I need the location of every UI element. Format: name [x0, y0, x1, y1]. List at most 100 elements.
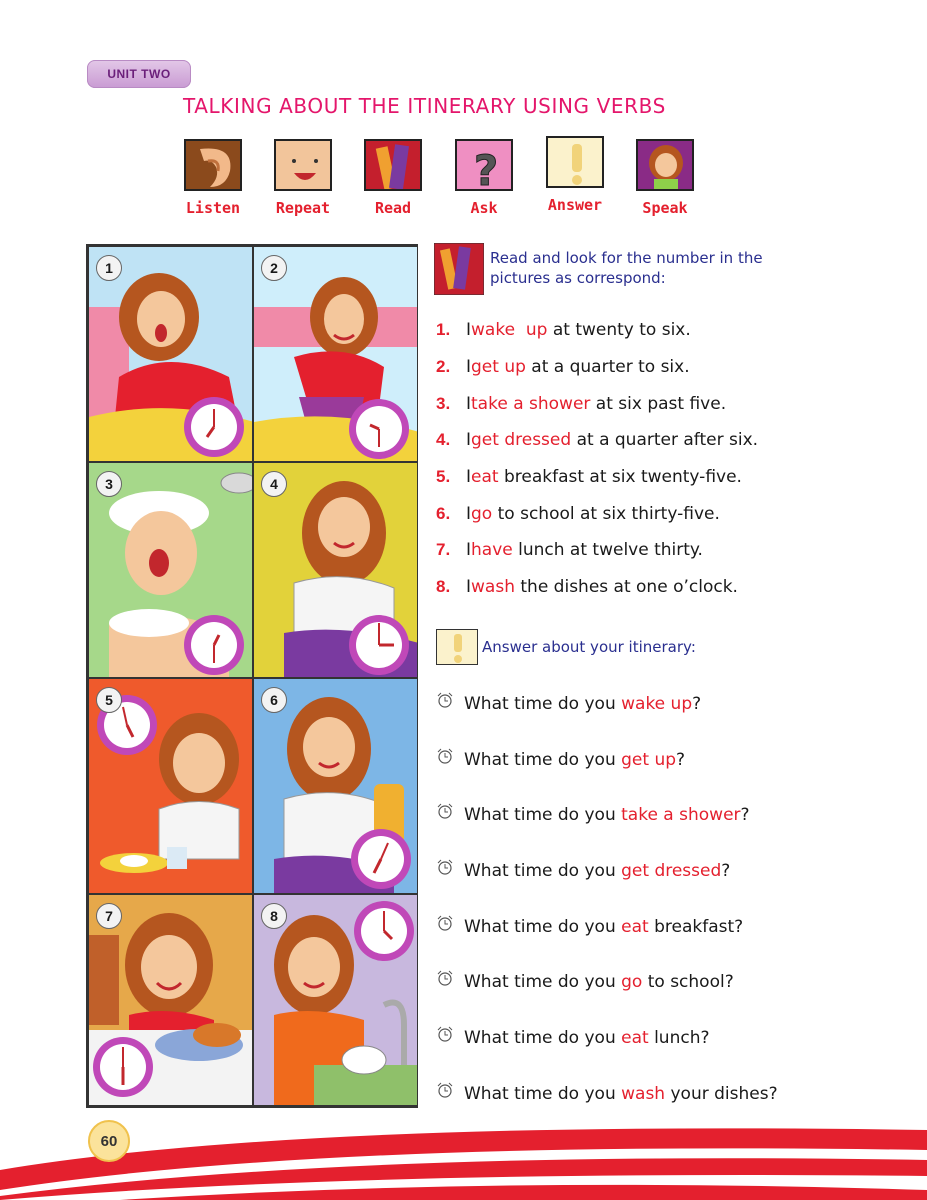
question-icon: ? — [455, 139, 513, 191]
question-verb: go — [621, 972, 643, 993]
question-verb: get up — [621, 749, 677, 770]
question-verb: get dressed — [621, 860, 722, 881]
panel-number: 6 — [261, 687, 287, 713]
panel-number: 5 — [96, 687, 122, 713]
sentence-post: to school at six thirty-five. — [492, 503, 720, 524]
sentence-verb: get dressed — [471, 430, 572, 451]
face-icon — [274, 139, 332, 191]
sentence-post: at six past five. — [590, 393, 727, 414]
sentence-post: at a quarter to six. — [525, 357, 690, 378]
question-post: your dishes? — [665, 1083, 778, 1104]
skill-repeat: Repeat — [274, 139, 332, 217]
sentence-number: 6. — [436, 503, 451, 523]
question-item: What time do you get dressed? — [436, 843, 778, 899]
alarm-clock-icon — [437, 748, 453, 764]
sentence-post: at a quarter after six. — [571, 430, 759, 451]
sentence-number: 5. — [436, 467, 451, 487]
sentence-item: 6. I go to school at six thirty-five. — [436, 495, 758, 532]
skill-label: Answer — [547, 196, 603, 214]
panel-number: 8 — [261, 903, 287, 929]
panel-take-shower: 3 — [88, 462, 253, 678]
comic-grid: 1 2 3 4 5 6 7 8 — [86, 244, 418, 1108]
sentence-verb: get up — [471, 357, 526, 378]
panel-number: 7 — [96, 903, 122, 929]
question-pre: What time do you — [464, 693, 622, 714]
sentence-item: 7. I have lunch at twelve thirty. — [436, 532, 758, 569]
skill-listen: Listen — [184, 139, 242, 217]
question-item: What time do you get up? — [436, 732, 778, 788]
panel-number: 4 — [261, 471, 287, 497]
exclamation-icon — [436, 629, 478, 665]
question-post: ? — [676, 749, 686, 770]
question-pre: What time do you — [464, 749, 622, 770]
skill-label: Speak — [642, 199, 688, 217]
question-pre: What time do you — [464, 805, 622, 826]
panel-number: 2 — [261, 255, 287, 281]
svg-text:?: ? — [474, 146, 498, 191]
sentence-number: 8. — [436, 577, 451, 597]
panel-eat-breakfast: 5 — [88, 678, 253, 894]
alarm-clock-icon — [437, 859, 453, 875]
sentence-item: 3. I take a shower at six past five. — [436, 385, 758, 422]
sentence-number: 2. — [436, 357, 451, 377]
sentence-verb: wash — [471, 577, 515, 598]
question-verb: wake up — [621, 693, 693, 714]
skill-label: Listen — [185, 199, 241, 217]
panel-wash-dishes: 8 — [253, 894, 418, 1106]
question-pre: What time do you — [464, 860, 622, 881]
sentence-list: 1. I wake up at twenty to six. 2. I get up… — [436, 312, 758, 606]
sentence-verb: eat — [471, 467, 499, 488]
panel-get-dressed: 4 — [253, 462, 418, 678]
question-post: ? — [692, 693, 702, 714]
sentence-number: 3. — [436, 393, 451, 413]
question-item: What time do you eat lunch? — [436, 1010, 778, 1066]
sentence-post: breakfast at six twenty-five. — [498, 467, 742, 488]
exclamation-icon — [546, 136, 604, 188]
answer-heading-text: Answer about your itinerary: — [482, 638, 696, 656]
skill-label: Ask — [470, 199, 498, 217]
skill-label: Read — [374, 199, 412, 217]
alarm-clock-icon — [437, 803, 453, 819]
question-list: What time do you wake up? What time do y… — [436, 676, 778, 1122]
question-post: to school? — [642, 972, 734, 993]
panel-wake-up: 1 — [88, 246, 253, 462]
question-pre: What time do you — [464, 972, 622, 993]
sentence-item: 4. I get dressed at a quarter after six. — [436, 422, 758, 459]
alarm-clock-icon — [437, 970, 453, 986]
sentence-number: 1. — [436, 320, 451, 340]
skill-speak: Speak — [636, 139, 694, 217]
question-verb: take a shower — [621, 805, 741, 826]
sentence-number: 4. — [436, 430, 451, 450]
sentence-item: 1. I wake up at twenty to six. — [436, 312, 758, 349]
question-pre: What time do you — [464, 1027, 622, 1048]
question-post: ? — [721, 860, 731, 881]
sentence-post: lunch at twelve thirty. — [512, 540, 703, 561]
sentence-item: 8. I wash the dishes at one o’clock. — [436, 569, 758, 606]
question-post: lunch? — [648, 1027, 710, 1048]
question-pre: What time do you — [464, 1083, 622, 1104]
books-icon — [433, 242, 485, 296]
question-item: What time do you eat breakfast? — [436, 899, 778, 955]
unit-badge: UNIT TWO — [87, 60, 191, 88]
sentence-verb: take a shower — [471, 393, 591, 414]
sentence-item: 2. I get up at a quarter to six. — [436, 349, 758, 386]
skill-label: Repeat — [275, 199, 331, 217]
ear-icon — [184, 139, 242, 191]
skill-ask: ? Ask — [455, 139, 513, 217]
footer-swoosh — [0, 1128, 927, 1200]
sentence-verb: have — [471, 540, 513, 561]
alarm-clock-icon — [437, 915, 453, 931]
skill-read: Read — [364, 139, 422, 217]
question-verb: eat — [621, 916, 649, 937]
sentence-item: 5. I eat breakfast at six twenty-five. — [436, 459, 758, 496]
question-item: What time do you take a shower? — [436, 787, 778, 843]
question-item: What time do you go to school? — [436, 954, 778, 1010]
panel-have-lunch: 7 — [88, 894, 253, 1106]
sentence-verb: wake up — [471, 320, 548, 341]
question-verb: eat — [621, 1027, 649, 1048]
panel-go-to-school: 6 — [253, 678, 418, 894]
sentence-number: 7. — [436, 540, 451, 560]
question-post: breakfast? — [648, 916, 744, 937]
panel-get-up: 2 — [253, 246, 418, 462]
alarm-clock-icon — [437, 1026, 453, 1042]
